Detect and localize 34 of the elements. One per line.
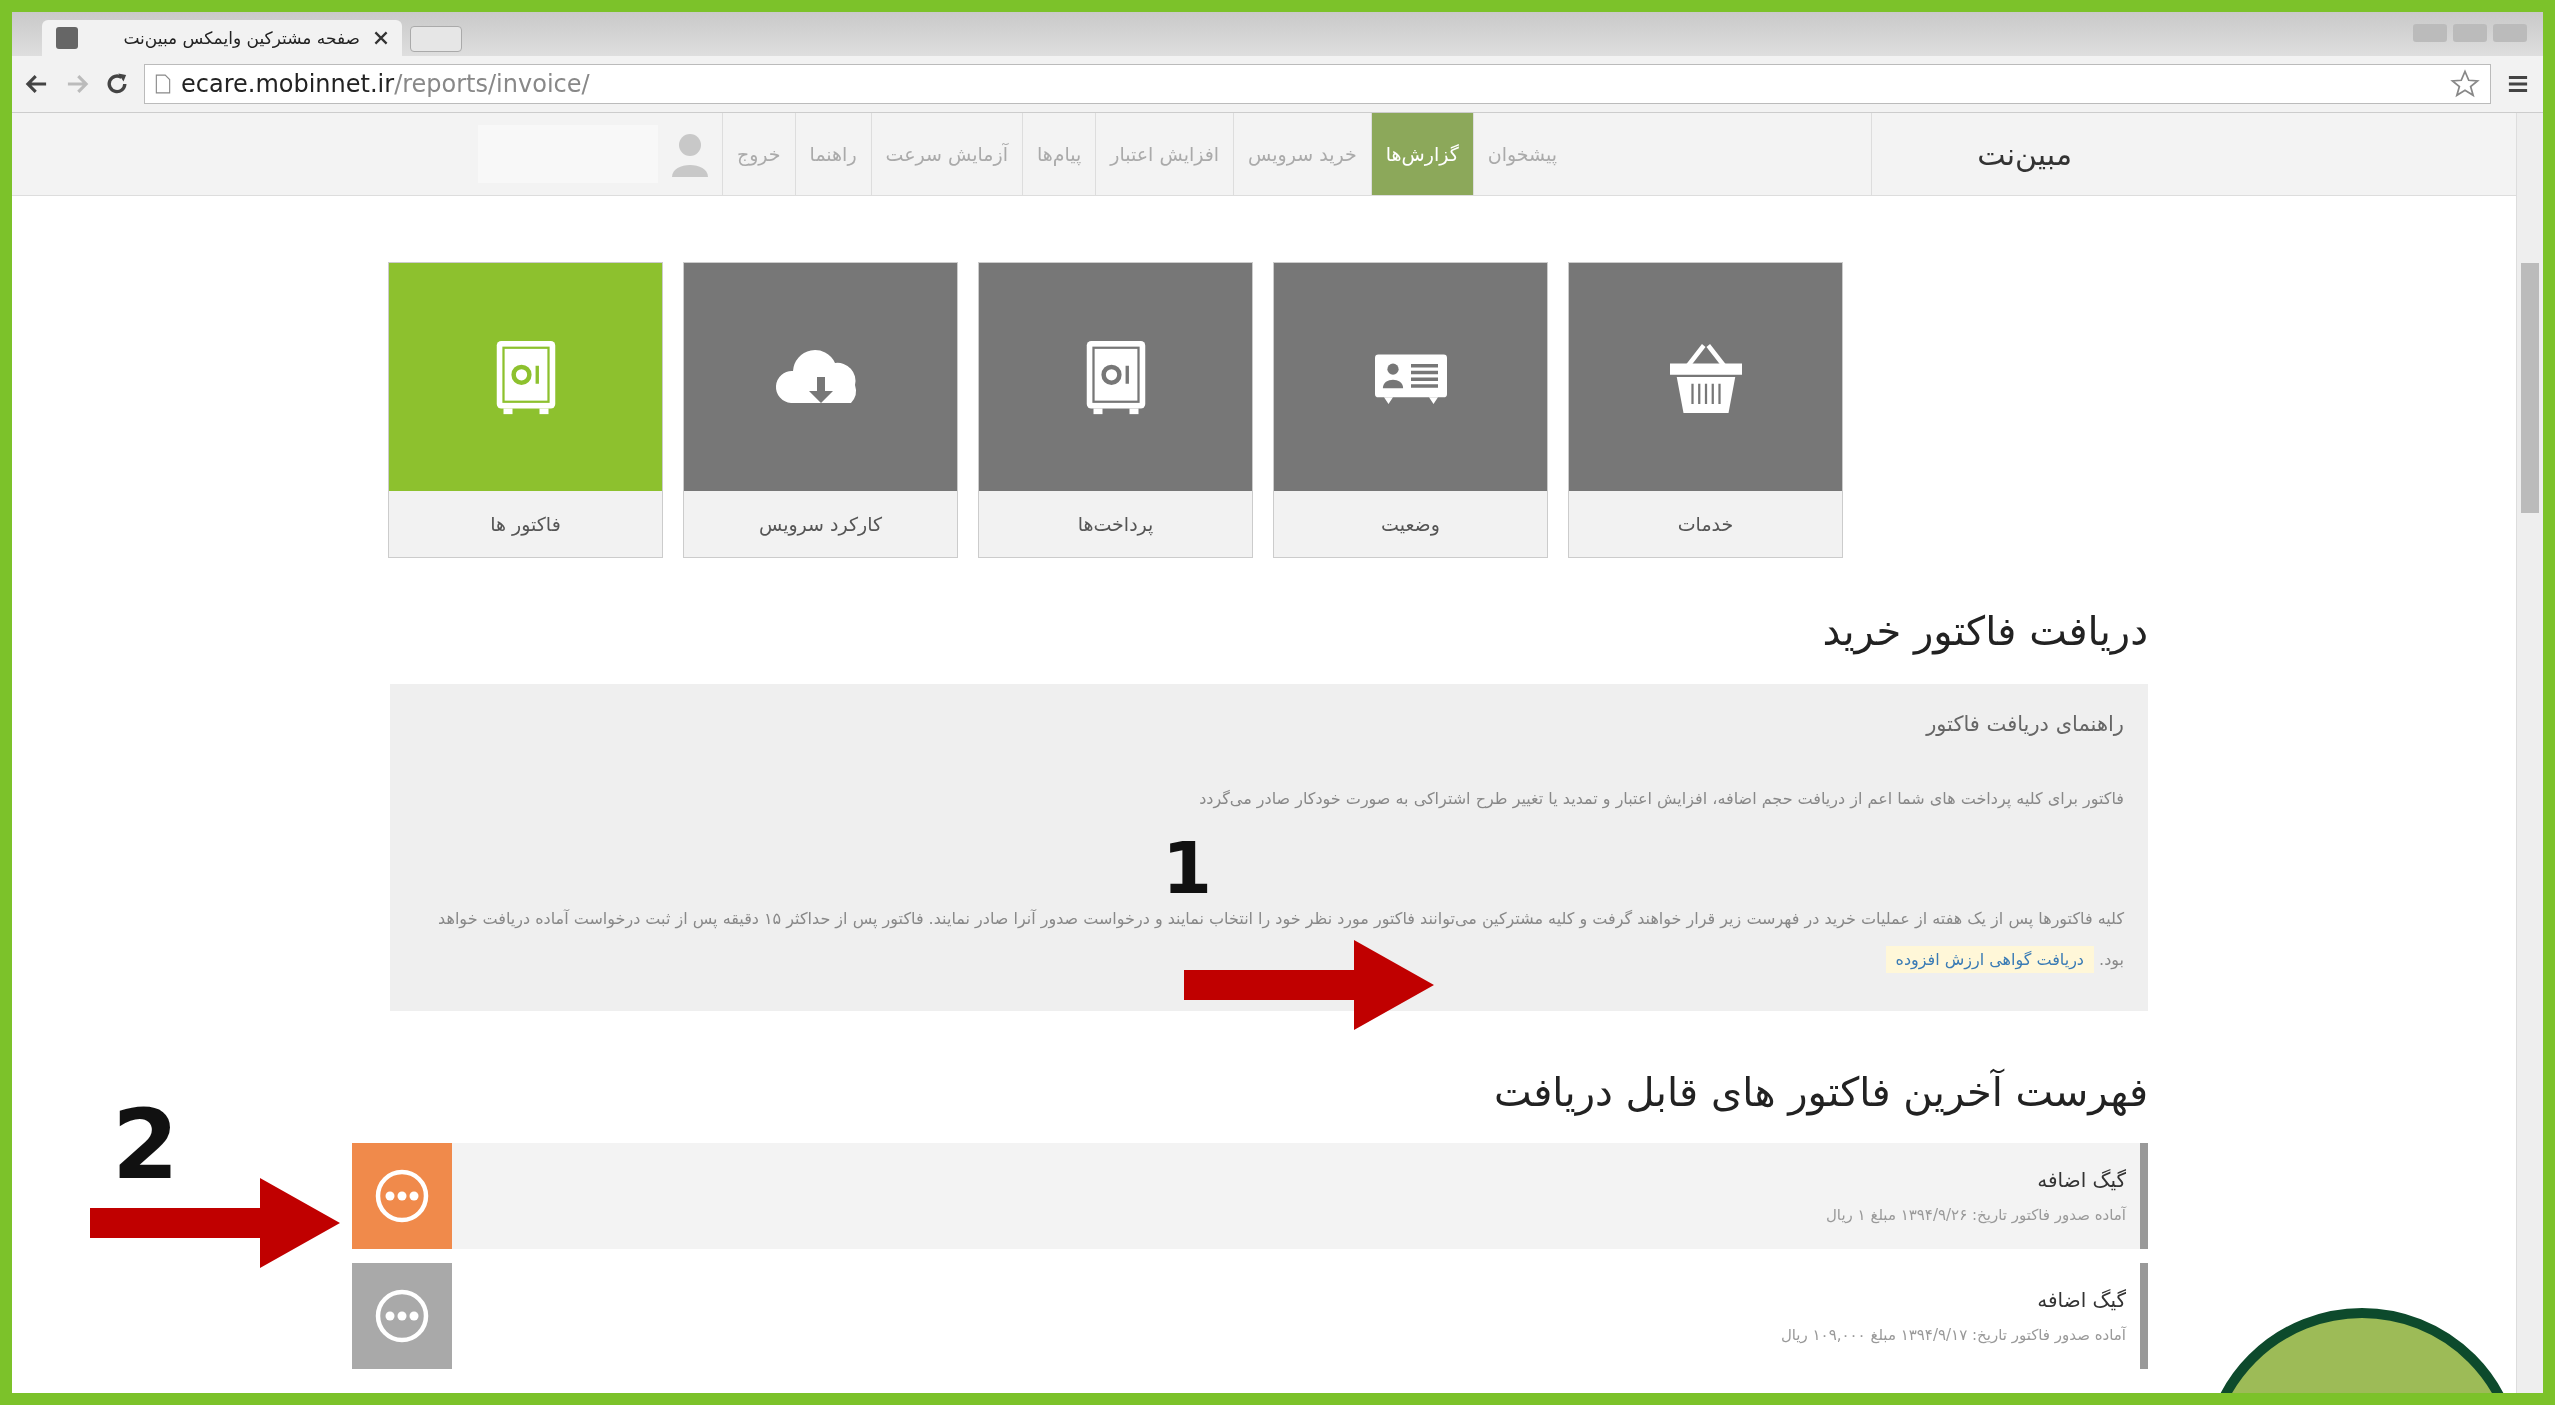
maximize-button[interactable] [2453, 24, 2487, 42]
menu-tile[interactable]: پرداخت‌ها [978, 262, 1253, 558]
browser-tab[interactable]: صفحه مشترکین وایمکس مبین‌نت [42, 20, 402, 56]
new-tab-button[interactable] [410, 26, 462, 52]
menu-tile[interactable]: وضعیت [1273, 262, 1548, 558]
menu-tile[interactable]: فاکتور ها [388, 262, 663, 558]
section-heading: دریافت فاکتور خرید [1822, 608, 2148, 654]
invoice-title: گیگ اضافه [2037, 1287, 2126, 1312]
scrollbar[interactable] [2516, 113, 2543, 1393]
close-icon[interactable] [374, 31, 388, 45]
vat-certificate-link[interactable]: دریافت گواهی ارزش افزوده [1885, 946, 2094, 974]
page-icon [155, 74, 171, 94]
address-bar[interactable]: ecare.mobinnet.ir/reports/invoice/ [144, 64, 2491, 104]
tab-title: صفحه مشترکین وایمکس مبین‌نت [122, 28, 360, 48]
scrollbar-thumb[interactable] [2521, 263, 2539, 513]
brand-name[interactable]: مبین‌نت [1871, 113, 2142, 195]
avatar-icon[interactable] [669, 131, 710, 177]
invoice-detail: آماده صدور فاکتور تاریخ: ۱۳۹۴/۹/۱۷ مبلغ ۱۰۹,۰۰۰ ریال [1780, 1325, 2126, 1344]
guide-paragraph: فاکتور برای کلیه پرداخت های شما اعم از دریافت حجم اضافه، افزایش اعتبار و تمدید یا تغییر طرح اشتراکی به صورت خودکار صادر می‌گردد [1198, 788, 2124, 811]
invoice-row[interactable]: گیگ اضافه آماده صدور فاکتور تاریخ: ۱۳۹۴/۹/۲۶ مبلغ ۱ ریال [352, 1142, 2148, 1249]
more-button[interactable] [352, 1142, 452, 1249]
annotation-number: 2 [112, 1097, 179, 1193]
invoice-title: گیگ اضافه [2037, 1167, 2126, 1192]
bookmark-star-icon[interactable] [2450, 69, 2480, 99]
menu-tile[interactable]: خدمات [1568, 262, 1843, 558]
favicon-icon [56, 27, 78, 49]
section-heading: فهرست آخرین فاکتور های قابل دریافت [1493, 1068, 2148, 1115]
invoice-row[interactable]: گیگ اضافه آماده صدور فاکتور تاریخ: ۱۳۹۴/۹/۱۷ مبلغ ۱۰۹,۰۰۰ ریال [352, 1262, 2148, 1369]
more-button[interactable] [352, 1262, 452, 1369]
guide-title: راهنمای دریافت فاکتور [1926, 712, 2124, 736]
close-button[interactable] [2493, 24, 2527, 42]
minimize-button[interactable] [2413, 24, 2447, 42]
invoice-detail: آماده صدور فاکتور تاریخ: ۱۳۹۴/۹/۲۶ مبلغ ۱ ریال [1825, 1205, 2126, 1224]
menu-tile[interactable]: کارکرد سرویس [683, 262, 958, 558]
